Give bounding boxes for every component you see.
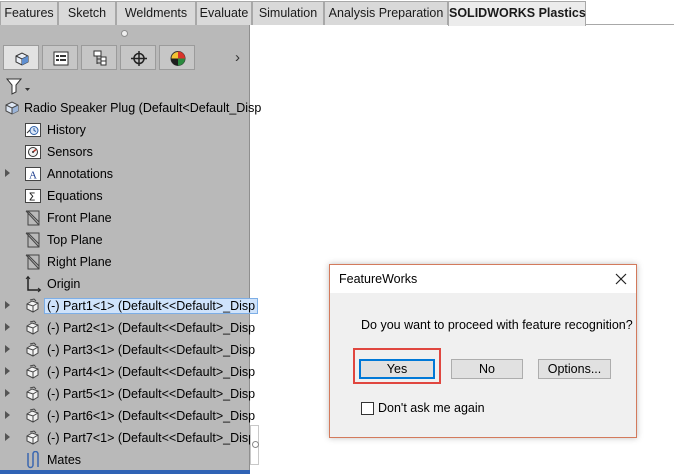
part-icon xyxy=(26,298,39,313)
property-manager-tab[interactable] xyxy=(42,45,78,70)
panel-splitter[interactable] xyxy=(250,425,259,465)
tree-item-label: Front Plane xyxy=(47,211,112,225)
feature-manager-tree-icon xyxy=(15,52,29,66)
configuration-manager-icon xyxy=(93,50,107,66)
expand-arrow-icon[interactable] xyxy=(5,301,10,309)
expand-arrow-icon[interactable] xyxy=(5,345,10,353)
expand-arrow-icon[interactable] xyxy=(5,367,10,375)
tab-simulation[interactable]: Simulation xyxy=(252,1,324,25)
options-button[interactable]: Options... xyxy=(538,359,611,379)
tree-item-history[interactable]: History xyxy=(0,119,249,141)
plane-icon xyxy=(25,254,40,270)
filter-icon xyxy=(5,78,30,95)
panel-bottom-strip xyxy=(0,470,250,474)
chevron-right-icon[interactable]: › xyxy=(235,49,247,67)
dialog-message: Do you want to proceed with feature reco… xyxy=(361,318,633,332)
tree-item-label: Top Plane xyxy=(47,233,103,247)
tree-item-label: (-) Part6<1> (Default<<Default>_Disp xyxy=(47,409,256,423)
expand-arrow-icon[interactable] xyxy=(5,433,10,441)
tree-item-part6[interactable]: (-) Part6<1> (Default<<Default>_Disp xyxy=(0,405,255,427)
tree-item-label: (-) Part1<1> (Default<<Default>_Disp xyxy=(43,298,259,314)
dialog-titlebar[interactable]: FeatureWorks xyxy=(330,265,636,293)
tab-evaluate[interactable]: Evaluate xyxy=(196,1,252,25)
dont-ask-label[interactable]: Don't ask me again xyxy=(378,401,485,415)
equations-icon: Σ xyxy=(25,189,41,204)
expand-arrow-icon[interactable] xyxy=(5,411,10,419)
tree-item-label: (-) Part4<1> (Default<<Default>_Disp xyxy=(47,365,256,379)
tree-item-part4[interactable]: (-) Part4<1> (Default<<Default>_Disp xyxy=(0,361,255,383)
tab-solidworks-plastics[interactable]: SOLIDWORKS Plastics xyxy=(448,1,586,26)
command-manager-tabs: Features Sketch Weldments Evaluate Simul… xyxy=(0,0,674,26)
tree-item-sensors[interactable]: Sensors xyxy=(0,141,249,163)
assembly-icon xyxy=(5,101,19,115)
sensors-icon xyxy=(25,145,41,159)
plane-icon xyxy=(25,232,40,248)
tree-item-part3[interactable]: (-) Part3<1> (Default<<Default>_Disp xyxy=(0,339,255,361)
tab-features[interactable]: Features xyxy=(0,1,58,25)
tree-item-mates[interactable]: Mates xyxy=(0,449,249,471)
tree-item-label: Sensors xyxy=(47,145,93,159)
part-icon xyxy=(26,386,39,401)
part-icon xyxy=(26,320,39,335)
tree-item-part5[interactable]: (-) Part5<1> (Default<<Default>_Disp xyxy=(0,383,255,405)
property-manager-icon xyxy=(53,51,69,66)
part-icon xyxy=(26,342,39,357)
dimxpert-manager-tab[interactable] xyxy=(120,45,156,70)
tree-item-label: History xyxy=(47,123,86,137)
tree-item-annotations[interactable]: A Annotations xyxy=(0,163,249,185)
display-manager-tab[interactable] xyxy=(159,45,195,70)
history-folder-icon xyxy=(25,123,41,137)
svg-text:A: A xyxy=(29,170,37,182)
tree-item-label: Right Plane xyxy=(47,255,112,269)
tree-item-label: Radio Speaker Plug (Default<Default_Disp xyxy=(24,101,262,115)
tree-item-part2[interactable]: (-) Part2<1> (Default<<Default>_Disp xyxy=(0,317,255,339)
tree-item-part7[interactable]: (-) Part7<1> (Default<<Default>_Disp xyxy=(0,427,255,449)
mates-icon xyxy=(27,451,39,469)
tree-item-label: (-) Part7<1> (Default<<Default>_Disp xyxy=(47,431,256,445)
tree-root-assembly[interactable]: Radio Speaker Plug (Default<Default_Disp xyxy=(0,97,261,119)
yes-button[interactable]: Yes xyxy=(359,359,435,379)
panel-grip-handle[interactable] xyxy=(121,30,128,37)
tree-item-label: (-) Part5<1> (Default<<Default>_Disp xyxy=(47,387,256,401)
part-icon xyxy=(26,408,39,423)
feature-manager-tree-tab[interactable] xyxy=(3,45,39,70)
tree-item-top-plane[interactable]: Top Plane xyxy=(0,229,249,251)
dont-ask-checkbox[interactable] xyxy=(361,402,374,415)
display-manager-icon xyxy=(170,51,186,66)
dimxpert-manager-icon xyxy=(131,51,147,66)
tab-analysis-preparation[interactable]: Analysis Preparation xyxy=(324,1,448,25)
no-button[interactable]: No xyxy=(451,359,523,379)
tree-item-label: Mates xyxy=(47,453,82,467)
tree-item-label: (-) Part3<1> (Default<<Default>_Disp xyxy=(47,343,256,357)
tree-item-label: (-) Part2<1> (Default<<Default>_Disp xyxy=(47,321,256,335)
close-icon[interactable] xyxy=(612,270,630,288)
tree-item-label: Equations xyxy=(47,189,103,203)
annotations-icon: A xyxy=(25,167,41,182)
svg-text:Σ: Σ xyxy=(29,191,36,204)
tree-item-equations[interactable]: Σ Equations xyxy=(0,185,249,207)
feature-manager-panel: › Radio Speaker Plug (Default<Default_Di… xyxy=(0,25,261,474)
splitter-handle-icon xyxy=(252,441,259,448)
tree-item-origin[interactable]: Origin xyxy=(0,273,249,295)
filter-button[interactable] xyxy=(5,76,37,96)
configuration-manager-tab[interactable] xyxy=(81,45,117,70)
expand-arrow-icon[interactable] xyxy=(5,323,10,331)
tree-item-right-plane[interactable]: Right Plane xyxy=(0,251,249,273)
tree-item-part1[interactable]: (-) Part1<1> (Default<<Default>_Disp xyxy=(0,295,259,317)
dialog-title: FeatureWorks xyxy=(339,272,418,286)
expand-arrow-icon[interactable] xyxy=(5,389,10,397)
featureworks-dialog: FeatureWorks Do you want to proceed with… xyxy=(329,264,637,438)
tree-item-label: Annotations xyxy=(47,167,114,181)
tree-item-front-plane[interactable]: Front Plane xyxy=(0,207,249,229)
origin-icon xyxy=(25,275,42,293)
part-icon xyxy=(26,430,39,445)
part-icon xyxy=(26,364,39,379)
expand-arrow-icon[interactable] xyxy=(5,169,10,177)
tree-item-label: Origin xyxy=(47,277,81,291)
tab-weldments[interactable]: Weldments xyxy=(116,1,196,25)
tab-sketch[interactable]: Sketch xyxy=(58,1,116,25)
plane-icon xyxy=(25,210,40,226)
